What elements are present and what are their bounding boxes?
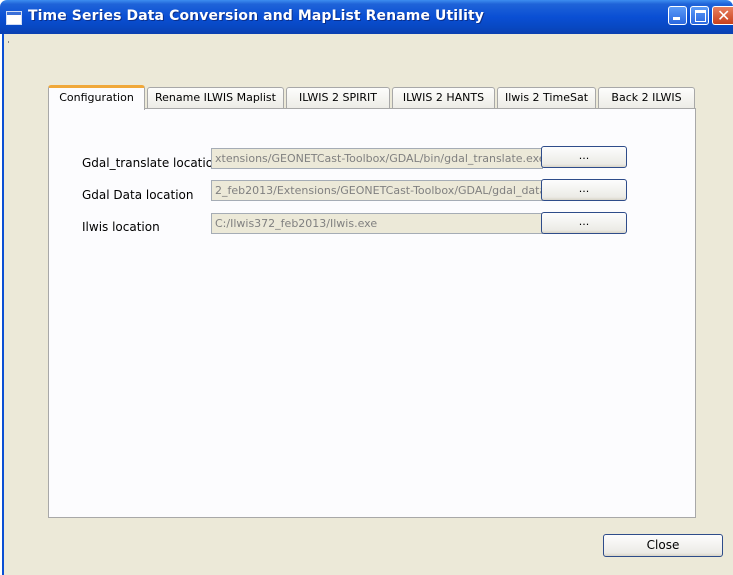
tab-ilwis-2-timesat[interactable]: Ilwis 2 TimeSat [497, 87, 596, 109]
maximize-icon [695, 10, 706, 22]
gdal-translate-field[interactable]: xtensions/GEONETCast-Toolbox/GDAL/bin/gd… [211, 148, 543, 169]
tab-ilwis-2-hants[interactable]: ILWIS 2 HANTS [392, 87, 495, 109]
tab-back-2-ilwis[interactable]: Back 2 ILWIS [598, 87, 695, 109]
ilwis-location-label: Ilwis location [82, 220, 160, 234]
tab-configuration[interactable]: Configuration [48, 85, 145, 110]
divider [8, 41, 9, 43]
ilwis-location-field[interactable]: C:/Ilwis372_feb2013/Ilwis.exe [211, 213, 543, 234]
minimize-icon [673, 17, 680, 20]
app-icon [6, 11, 22, 25]
close-window-button[interactable]: ✕ [712, 6, 733, 25]
close-icon: ✕ [717, 6, 731, 25]
ilwis-location-browse-button[interactable]: ... [541, 212, 627, 234]
gdal-data-label: Gdal Data location [82, 188, 194, 202]
gdal-data-field[interactable]: 2_feb2013/Extensions/GEONETCast-Toolbox/… [211, 180, 543, 201]
window-title: Time Series Data Conversion and MapList … [28, 8, 484, 24]
title-bar[interactable]: Time Series Data Conversion and MapList … [0, 0, 733, 34]
gdal-data-browse-button[interactable]: ... [541, 179, 627, 201]
app-window: Time Series Data Conversion and MapList … [0, 0, 733, 575]
minimize-button[interactable] [668, 6, 687, 25]
tab-rename-ilwis-maplist[interactable]: Rename ILWIS Maplist [147, 87, 284, 109]
gdal-translate-browse-button[interactable]: ... [541, 146, 627, 168]
gdal-translate-label: Gdal_translate location [82, 156, 221, 170]
close-button[interactable]: Close [603, 534, 723, 557]
maximize-button[interactable] [690, 6, 709, 25]
tab-ilwis-2-spirit[interactable]: ILWIS 2 SPIRIT [286, 87, 390, 109]
